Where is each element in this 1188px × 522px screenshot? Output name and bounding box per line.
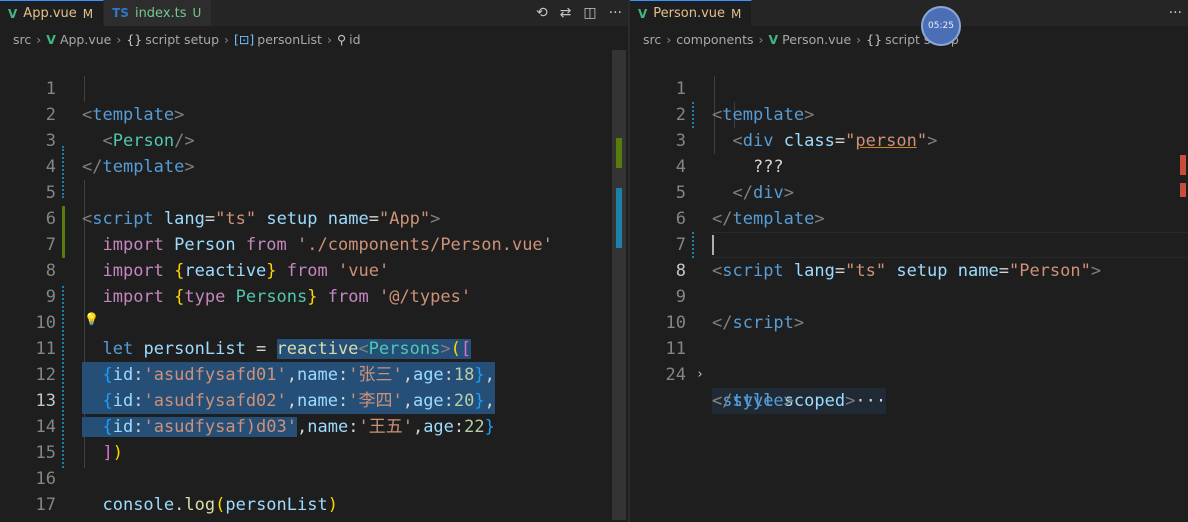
- timeline-icon[interactable]: ⟲: [536, 5, 548, 21]
- right-tab-bar: V Person.vue M ···: [630, 0, 1188, 26]
- breadcrumb-src[interactable]: src: [13, 32, 31, 47]
- tab-label: App.vue: [23, 6, 77, 21]
- braces-icon: {}: [126, 31, 143, 47]
- code-line: 3 ???: [630, 102, 1188, 177]
- breadcrumb: src › components › V Person.vue › {} scr…: [630, 28, 1188, 50]
- code-line: 9 </script>: [630, 258, 1188, 333]
- code-line: 1 <template>: [630, 50, 1188, 125]
- code-line: 5 </template>: [630, 154, 1188, 229]
- tab-person-vue[interactable]: V Person.vue M: [630, 0, 753, 26]
- overview-ruler-mark: [1180, 183, 1186, 197]
- code-line-current: 8: [630, 232, 1188, 281]
- compare-changes-icon[interactable]: ⇄: [560, 5, 572, 21]
- code-line: 17 </script>: [0, 466, 628, 522]
- code-line: 16 console.log(personList): [0, 440, 628, 515]
- code-line: 8 import {type Persons} from '@/types': [0, 232, 628, 307]
- left-editor-group: V App.vue M TS index.ts U ⟲ ⇄ ◫ ··· src …: [0, 0, 628, 522]
- modified-badge: M: [731, 6, 742, 21]
- code-line-current: 13 {id:'asudfysaf)d03',name:'王五',age:22}: [0, 362, 628, 437]
- code-editor[interactable]: 💡 1 <template> 2 <Person/> 3 </template>…: [0, 50, 628, 522]
- chevron-right-icon: ›: [36, 31, 42, 47]
- code-line: 2 <div class="person">: [630, 76, 1188, 151]
- code-line: 6: [630, 180, 1188, 229]
- breadcrumb-src[interactable]: src: [643, 32, 661, 47]
- code-line: 1 <template>: [0, 50, 628, 125]
- code-line: 12 {id:'asudfysafd02',name:'李四',age:20},: [0, 336, 628, 414]
- line-number: 18: [0, 518, 56, 522]
- chevron-right-icon: ›: [666, 31, 672, 47]
- right-editor-group: V Person.vue M ··· src › components › V …: [630, 0, 1188, 522]
- editor-actions: ···: [1169, 0, 1182, 26]
- code-line: 10: [630, 284, 1188, 333]
- code-line: 18: [0, 492, 628, 522]
- code-line: 10 let personList = reactive<Persons>([: [0, 284, 628, 359]
- vertical-scrollbar[interactable]: [1174, 50, 1188, 522]
- editor-actions: ⟲ ⇄ ◫ ···: [536, 0, 622, 26]
- chevron-right-icon: ›: [224, 31, 230, 47]
- tab-index-ts[interactable]: TS index.ts U: [104, 0, 213, 26]
- typescript-file-icon: TS: [112, 6, 129, 20]
- recording-timer-badge: 05:25: [921, 6, 961, 46]
- variable-icon: [⊡]: [234, 31, 255, 47]
- code-line: 7 import {reactive} from 'vue': [0, 206, 628, 281]
- split-editor-icon[interactable]: ◫: [583, 5, 596, 21]
- breadcrumb-file[interactable]: Person.vue: [782, 32, 851, 47]
- line-number: 24: [665, 365, 686, 385]
- tab-label: Person.vue: [653, 6, 726, 21]
- tab-label: index.ts: [134, 5, 187, 21]
- code-line: 4: [0, 128, 628, 177]
- braces-icon: {}: [866, 31, 883, 47]
- code-line: 11 {id:'asudfysafd01',name:'张三',age:18},: [0, 310, 628, 388]
- breadcrumb-components[interactable]: components: [676, 32, 753, 47]
- overview-ruler-mark: [1180, 155, 1186, 175]
- overview-ruler-mark: [616, 138, 622, 168]
- modified-badge: M: [82, 6, 94, 21]
- vertical-scrollbar[interactable]: [612, 50, 626, 522]
- breadcrumb-script-setup[interactable]: script setup: [145, 32, 219, 47]
- scrollbar-thumb[interactable]: [612, 50, 626, 520]
- chevron-right-icon: ›: [326, 31, 332, 47]
- overview-ruler-mark: [616, 188, 622, 248]
- breadcrumb-personlist[interactable]: personList: [257, 32, 322, 47]
- more-actions-icon[interactable]: ···: [1169, 5, 1182, 21]
- code-line: 7 <script lang="ts" setup name="Person">: [630, 206, 1188, 281]
- code-line: 3 </template>: [0, 102, 628, 177]
- code-line: 9: [0, 258, 628, 307]
- code-line: 14 ]): [0, 388, 628, 463]
- chevron-right-icon: ›: [116, 31, 122, 47]
- chevron-right-icon: ›: [758, 31, 764, 47]
- folded-ellipsis[interactable]: ···: [855, 391, 886, 411]
- code-line: 6 import Person from './components/Perso…: [0, 180, 628, 255]
- code-line: 2 <Person/>: [0, 76, 628, 151]
- code-line: 5 <script lang="ts" setup name="App">: [0, 154, 628, 229]
- code-line: 24 </style>: [630, 336, 1188, 411]
- code-line-folded: 11 › <style scoped>···: [630, 310, 1188, 414]
- vue-file-icon: V: [8, 6, 18, 21]
- breadcrumb-id[interactable]: id: [349, 32, 360, 47]
- code-line: 15: [0, 414, 628, 463]
- more-actions-icon[interactable]: ···: [609, 5, 622, 21]
- vue-file-icon: V: [768, 31, 779, 47]
- fold-chevron-right-icon[interactable]: ›: [696, 362, 704, 388]
- breadcrumb-file[interactable]: App.vue: [60, 32, 111, 47]
- code-line: 4 </div>: [630, 128, 1188, 203]
- untracked-badge: U: [192, 6, 202, 20]
- code-editor[interactable]: 1 <template> 2 <div class="person"> 3 ??…: [630, 50, 1188, 522]
- vue-file-icon: V: [46, 31, 56, 47]
- left-tab-bar: V App.vue M TS index.ts U ⟲ ⇄ ◫ ···: [0, 0, 628, 26]
- chevron-right-icon: ›: [856, 31, 862, 47]
- breadcrumb: src › V App.vue › {} script setup › [⊡] …: [0, 28, 628, 50]
- tab-app-vue[interactable]: V App.vue M: [0, 0, 105, 26]
- vue-file-icon: V: [638, 6, 648, 21]
- property-icon: ⚲: [336, 31, 347, 47]
